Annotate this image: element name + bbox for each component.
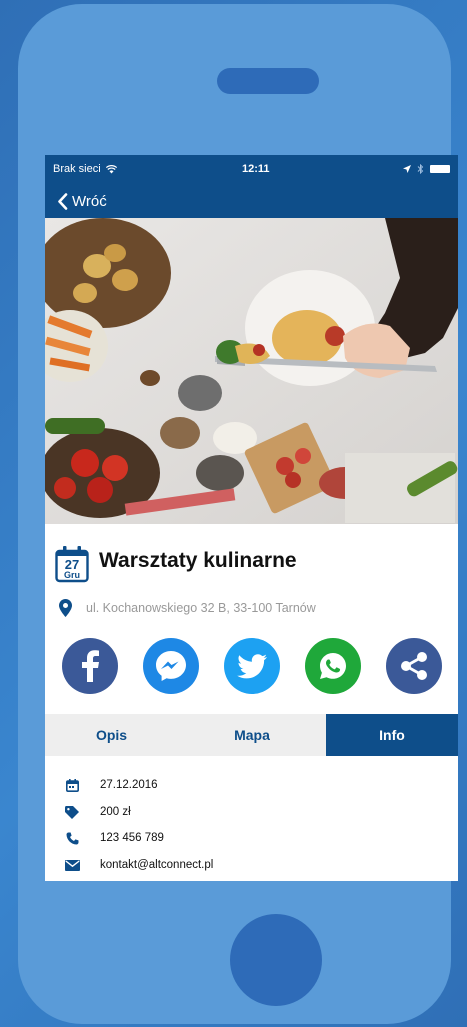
calendar-month: Gru <box>63 570 80 580</box>
twitter-share-button[interactable] <box>224 638 280 694</box>
location-pin-icon <box>59 599 72 617</box>
price-tag-icon <box>63 805 81 819</box>
share-buttons <box>62 638 442 696</box>
whatsapp-share-button[interactable] <box>305 638 361 694</box>
event-tabs: Opis Mapa Info <box>45 714 458 756</box>
clock: 12:11 <box>242 163 270 175</box>
app-screen: Brak sieci 12:11 Wróć 27 Gru Warsztaty k… <box>45 155 458 881</box>
info-price: 200 zł <box>100 806 131 818</box>
info-phone-row[interactable]: 123 456 789 <box>63 831 164 845</box>
tab-opis-label: Opis <box>95 727 128 743</box>
battery-icon <box>430 165 450 174</box>
event-address: ul. Kochanowskiego 32 B, 33-100 Tarnów <box>86 601 316 615</box>
info-price-row: 200 zł <box>63 805 131 819</box>
mail-icon <box>63 858 81 872</box>
back-label: Wróć <box>72 193 107 210</box>
back-button[interactable]: Wróć <box>57 185 107 218</box>
status-right <box>402 163 450 175</box>
address-row[interactable]: ul. Kochanowskiego 32 B, 33-100 Tarnów <box>59 599 316 617</box>
messenger-share-button[interactable] <box>143 638 199 694</box>
whatsapp-icon <box>320 653 346 679</box>
facebook-share-button[interactable] <box>62 638 118 694</box>
carrier-status: Brak sieci <box>53 163 117 175</box>
bluetooth-icon <box>417 163 424 175</box>
share-icon <box>401 652 427 680</box>
phone-speaker <box>217 68 319 94</box>
tab-opis[interactable]: Opis <box>45 714 178 756</box>
messenger-icon <box>156 651 186 681</box>
event-title-row: 27 Gru Warsztaty kulinarne <box>55 544 450 584</box>
info-phone[interactable]: 123 456 789 <box>100 832 164 844</box>
share-button[interactable] <box>386 638 442 694</box>
event-title: Warsztaty kulinarne <box>99 549 297 572</box>
twitter-icon <box>237 653 267 678</box>
calendar-small-icon <box>63 778 81 792</box>
phone-icon <box>63 831 81 845</box>
tab-mapa[interactable]: Mapa <box>178 714 326 756</box>
info-date: 27.12.2016 <box>100 779 158 791</box>
event-hero-image <box>45 218 458 524</box>
facebook-icon <box>82 650 99 682</box>
info-email-row[interactable]: kontakt@altconnect.pl <box>63 858 213 872</box>
home-button[interactable] <box>230 914 322 1006</box>
calendar-icon: 27 Gru <box>55 545 89 583</box>
tab-info-label: Info <box>379 727 405 743</box>
chevron-left-icon <box>58 193 68 210</box>
tab-mapa-label: Mapa <box>234 727 270 743</box>
wifi-icon <box>105 164 117 174</box>
location-arrow-icon <box>402 165 411 174</box>
info-date-row: 27.12.2016 <box>63 778 158 792</box>
nav-bar: Wróć <box>45 185 458 218</box>
carrier-label: Brak sieci <box>53 163 101 175</box>
tab-info[interactable]: Info <box>326 714 458 756</box>
info-email[interactable]: kontakt@altconnect.pl <box>100 859 213 871</box>
status-bar: Brak sieci 12:11 <box>45 155 458 185</box>
